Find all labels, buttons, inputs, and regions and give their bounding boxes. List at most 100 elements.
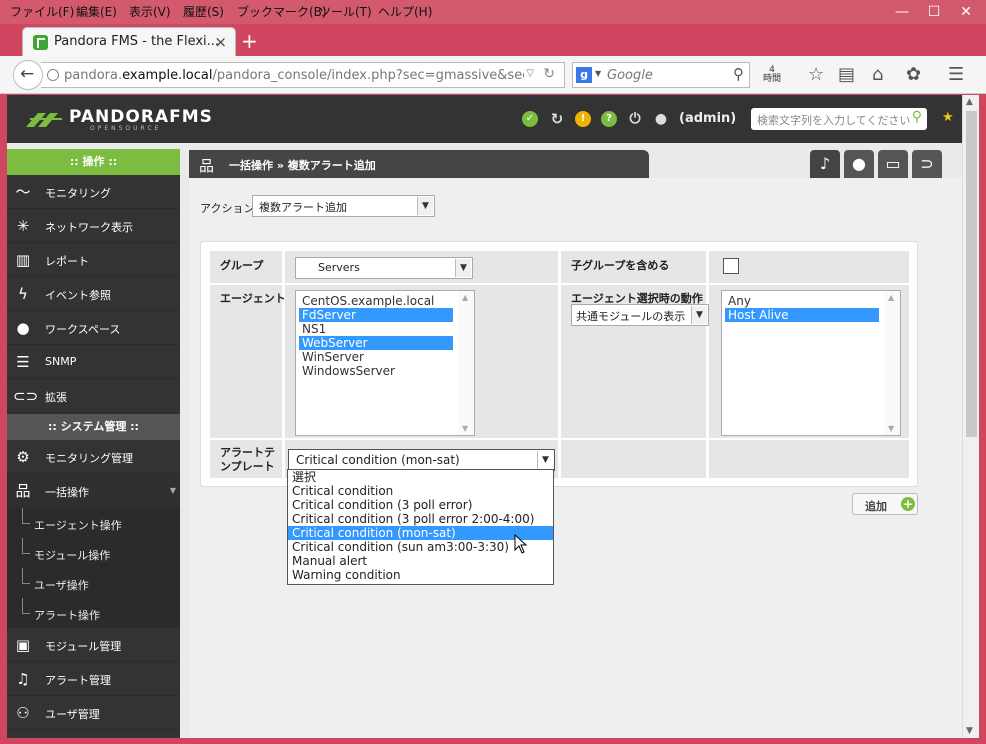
minimize-icon[interactable]: — [888,2,916,22]
sidebar-item-user-admin[interactable]: ⚇ ユーザ管理 [7,696,180,730]
sidebar-sub-agent-ops[interactable]: エージェント操作 [7,508,180,538]
template-option[interactable]: Critical condition (3 poll error) [288,498,553,512]
sidebar-item-massive-ops[interactable]: 品 一括操作 ▼ [7,474,180,508]
addons-icon[interactable]: ✿ [906,64,921,85]
sidebar-item-network[interactable]: ✳ ネットワーク表示 [7,209,180,243]
sidebar-item-label: アラート管理 [45,674,111,687]
history-time-badge[interactable]: 4 時間 [763,66,781,84]
header-search-input[interactable]: 検索文字列を入力してください ⚲ [751,108,927,130]
menu-bookmarks[interactable]: ブックマーク(B) [237,3,327,20]
menu-tools[interactable]: ツール(T) [319,3,372,20]
group-select[interactable]: Servers ▼ [295,257,473,279]
help-icon[interactable]: ? [601,111,617,127]
bookmarks-list-icon[interactable]: ▤ [838,64,855,85]
sidebar-sub-user-ops[interactable]: ユーザ操作 [7,568,180,598]
status-ok-icon[interactable]: ✓ [522,111,538,127]
scrollbar-thumb[interactable] [966,111,977,437]
sidebar-item-workspace[interactable]: ● ワークスペース [7,311,180,345]
user-icon[interactable]: ● [653,111,669,127]
sidebar-item-snmp[interactable]: ☰ SNMP [7,345,180,379]
warning-icon[interactable]: ! [575,111,591,127]
agent-option-selected[interactable]: FdServer [299,308,453,322]
listbox-scrollbar[interactable]: ▲ ▼ [458,291,474,435]
home-icon[interactable]: ⌂ [872,64,883,85]
reload-icon[interactable]: ↻ [543,66,555,82]
close-tab-icon[interactable]: × [214,33,227,51]
modules-listbox[interactable]: Any Host Alive ▲ ▼ [721,290,901,436]
navigation-bar: pandora.example.local/pandora_console/in… [0,56,986,94]
logout-icon[interactable]: ⏻ [627,111,643,127]
template-option[interactable]: 選択 [288,470,553,484]
template-option[interactable]: Critical condition (3 poll error 2:00-4:… [288,512,553,526]
template-option[interactable]: Critical condition [288,484,553,498]
alert-template-dropdown[interactable]: 選択 Critical condition Critical condition… [287,469,554,585]
agent-option[interactable]: WinServer [299,350,364,364]
page-scrollbar[interactable]: ▲ ▼ [962,95,979,738]
module-option[interactable]: Any [725,294,751,308]
sidebar-item-module-admin[interactable]: ▣ モジュール管理 [7,628,180,662]
alerts-bell-icon[interactable]: ♪ [810,150,840,178]
scroll-up-icon[interactable]: ▲ [966,97,973,107]
cell [210,285,282,438]
back-button[interactable] [13,60,43,90]
module-option-selected[interactable]: Host Alive [725,308,879,322]
agent-option[interactable]: WindowsServer [299,364,395,378]
menu-history[interactable]: 履歴(S) [183,3,224,20]
page-viewport: PANDORAFMS OPENSOURCE ✓ ↻ ! ? ⏻ ● (admin… [7,95,962,738]
hierarchy-icon: 品 [199,157,215,175]
chevron-down-icon: ▼ [417,197,433,215]
browser-search-field[interactable]: g ▼ Google ⚲ [572,62,750,88]
module-admin-icon: ▣ [15,636,31,654]
search-icon[interactable]: ⚲ [733,65,744,83]
agent-option[interactable]: NS1 [299,322,326,336]
close-window-icon[interactable]: ✕ [952,2,980,22]
listbox-scrollbar[interactable]: ▲ ▼ [884,291,900,435]
current-user[interactable]: (admin) [679,111,736,126]
browser-tab[interactable]: Pandora FMS - the Flexi... × [22,27,236,56]
menu-edit[interactable]: 編集(E) [76,3,117,20]
alert-template-select[interactable]: Critical condition (mon-sat) ▼ [288,449,555,471]
agent-select-action-select[interactable]: 共通モジュールの表示 ▼ [571,304,709,326]
sidebar-item-alert-admin[interactable]: ♫ アラート管理 [7,662,180,696]
url-dropdown-icon[interactable]: ▽ [526,68,534,79]
sidebar-item-report[interactable]: ▥ レポート [7,243,180,277]
export-icon[interactable]: ⊃ [912,150,942,178]
refresh-icon[interactable]: ↻ [549,111,565,127]
sidebar-item-monitoring[interactable]: 〜 モニタリング [7,175,180,209]
sidebar-item-events[interactable]: ϟ イベント参照 [7,277,180,311]
tree-line [22,568,30,584]
menu-help[interactable]: ヘルプ(H) [378,3,432,20]
menu-file[interactable]: ファイル(F) [10,3,74,20]
agent-option-selected[interactable]: WebServer [299,336,453,350]
sidebar-item-manage-monitoring[interactable]: ⚙ モニタリング管理 [7,440,180,474]
monitor-icon[interactable]: ▭ [878,150,908,178]
template-option[interactable]: Warning condition [288,568,553,582]
include-subgroups-checkbox[interactable] [723,258,739,274]
chevron-down-icon: ▼ [691,306,707,324]
menu-view[interactable]: 表示(V) [129,3,171,20]
url-bar[interactable]: pandora.example.local/pandora_console/in… [41,62,565,88]
google-icon[interactable]: g [576,67,592,83]
sidebar-item-extensions[interactable]: ⊂⊃ 拡張 [7,379,180,413]
agents-listbox[interactable]: CentOS.example.local FdServer NS1 WebSer… [295,290,475,436]
sidebar-sub-module-ops[interactable]: モジュール操作 [7,538,180,568]
sidebar-sub-alert-ops[interactable]: アラート操作 [7,598,180,628]
sidebar-item-label: ユーザ管理 [45,708,100,721]
scroll-down-icon[interactable]: ▼ [966,726,973,736]
sidebar-item-label: モニタリング管理 [45,452,133,465]
pandora-logo[interactable]: PANDORAFMS OPENSOURCE [24,107,212,133]
new-tab-icon[interactable]: + [241,29,258,53]
brand-sub: OPENSOURCE [90,125,162,132]
favorite-star-icon[interactable]: ★ [942,110,954,125]
users-icon[interactable]: ● [844,150,874,178]
hamburger-menu-icon[interactable]: ☰ [948,64,964,85]
action-select[interactable]: 複数アラート追加 ▼ [252,195,435,217]
template-option[interactable]: Manual alert [288,554,553,568]
add-button[interactable]: 追加 + [852,493,918,515]
agent-option[interactable]: CentOS.example.local [299,294,434,308]
cell [709,440,909,478]
header-search-icon[interactable]: ⚲ [912,109,922,125]
engine-dropdown-icon[interactable]: ▼ [595,69,601,78]
maximize-icon[interactable]: ☐ [920,2,948,22]
bookmark-star-icon[interactable]: ☆ [808,64,824,85]
